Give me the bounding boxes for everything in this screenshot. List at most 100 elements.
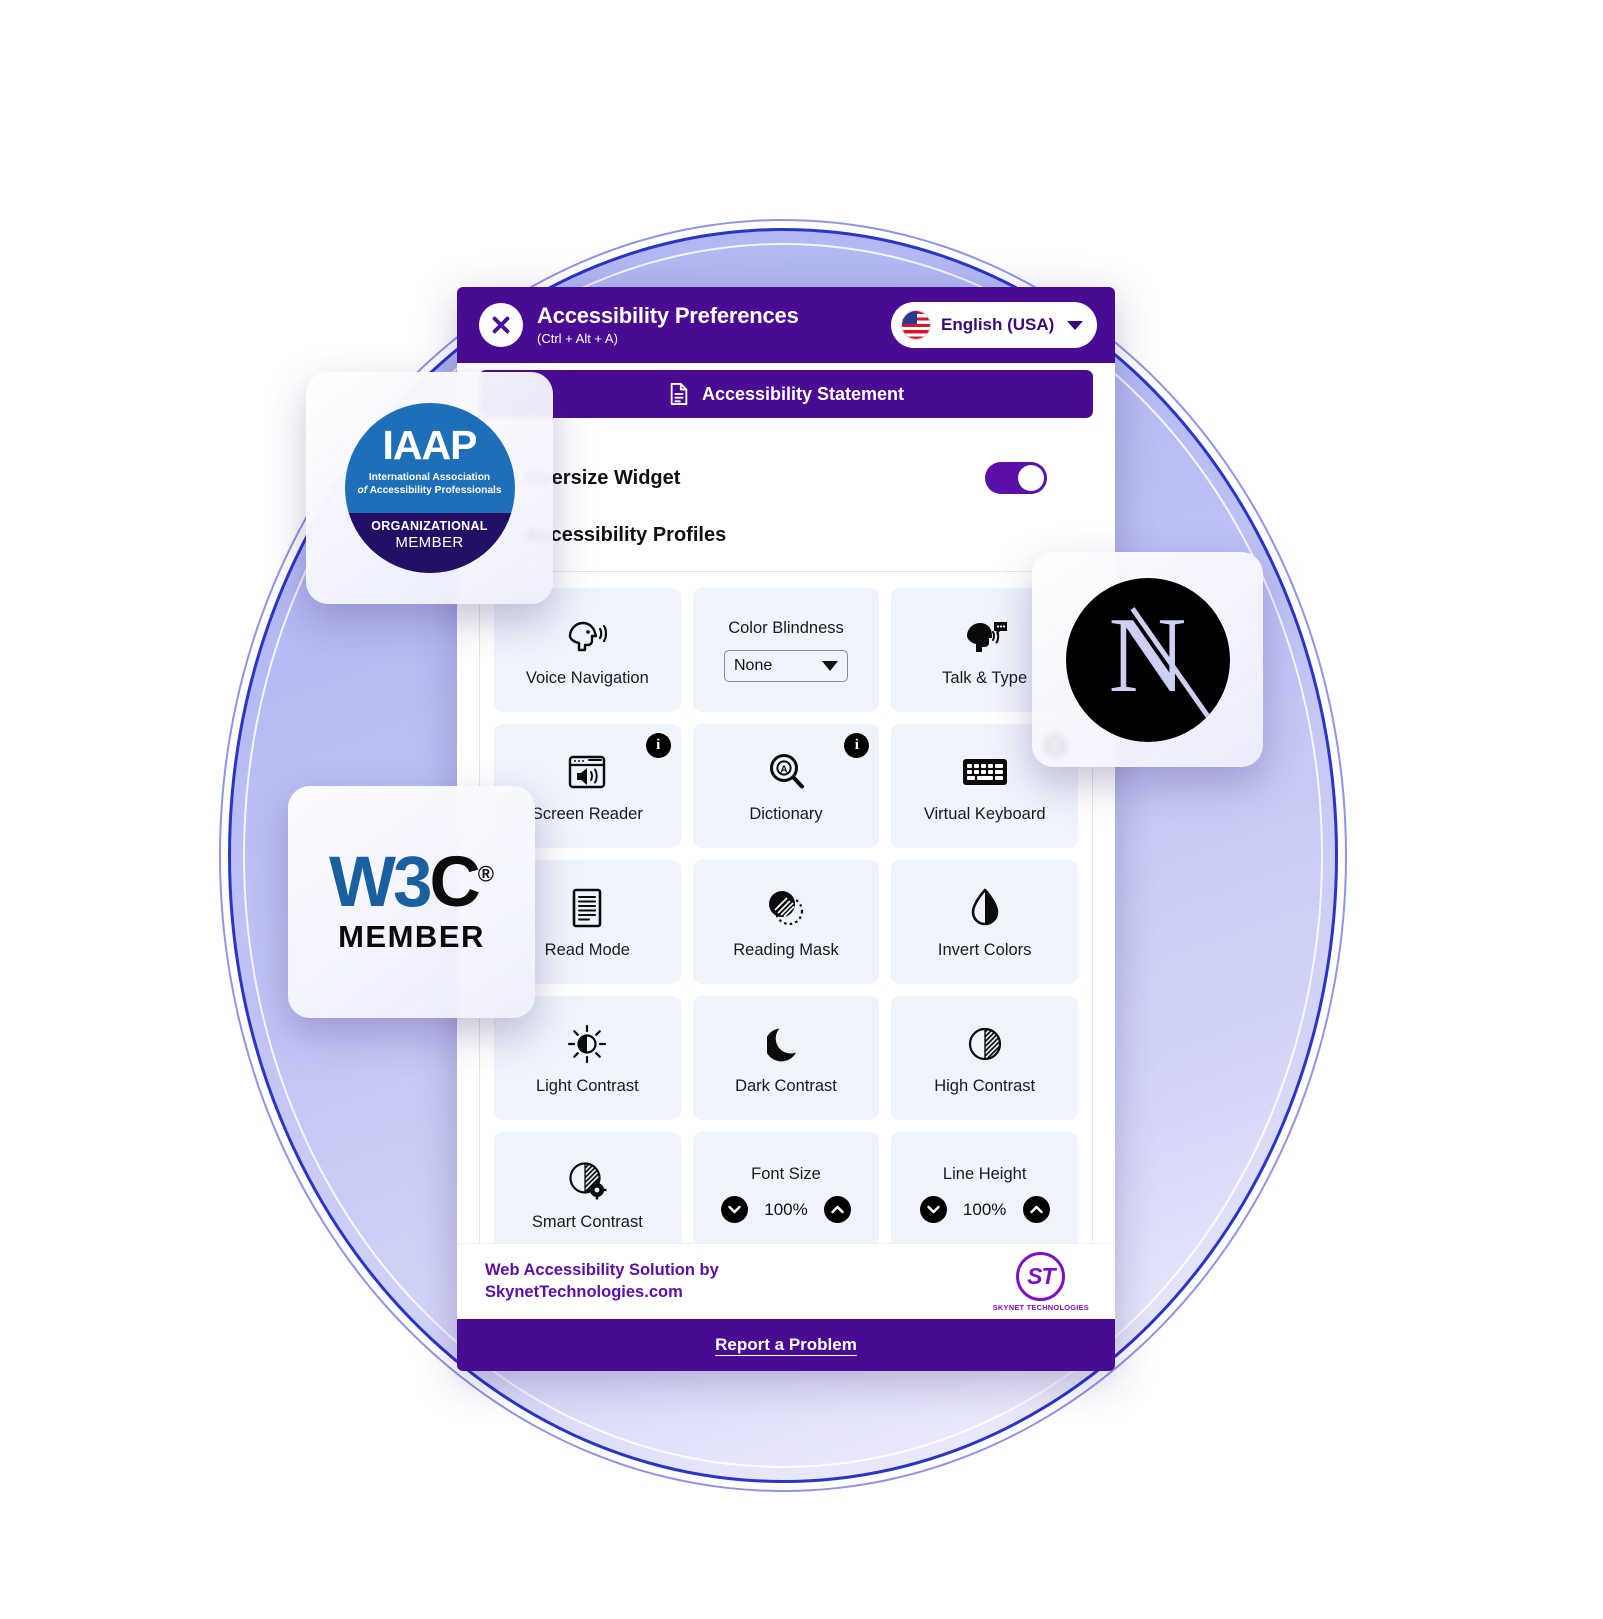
screenshot-canvas: Accessibility Preferences (Ctrl + Alt + … — [0, 0, 1603, 1619]
nextjs-logo-icon: N — [1065, 577, 1230, 742]
line-height-increase-button[interactable] — [1022, 1196, 1050, 1223]
tile-color-blindness[interactable]: Color Blindness None — [692, 588, 880, 712]
iaap-line-2: of Accessibility Professionals — [357, 485, 501, 498]
page-title: Accessibility Preferences — [537, 303, 799, 329]
statement-container: Accessibility Statement — [457, 363, 1115, 418]
iaap-top-section: IAAP International Association of Access… — [357, 403, 501, 497]
skynet-technologies-logo: ST SKYNET TECHNOLOGIES — [992, 1251, 1089, 1312]
iaap-member-badge: IAAP International Association of Access… — [306, 372, 553, 604]
features-grid: Voice Navigation Color Blindness None Ta… — [494, 588, 1078, 1256]
invert-colors-icon — [968, 885, 1002, 931]
tile-label: High Contrast — [934, 1076, 1036, 1095]
iaap-member: MEMBER — [395, 534, 464, 551]
tile-label: Light Contrast — [535, 1076, 639, 1095]
tile-label: Read Mode — [544, 940, 630, 959]
iaap-tier: ORGANIZATIONAL — [371, 519, 488, 533]
w3c-c: C — [429, 843, 481, 923]
font-size-value: 100% — [764, 1199, 808, 1219]
sponsor-text: Web Accessibility Solution by SkynetTech… — [485, 1260, 719, 1304]
line-height-decrease-button[interactable] — [919, 1196, 947, 1223]
talk-and-type-icon — [961, 613, 1009, 659]
report-a-problem-button[interactable]: Report a Problem — [457, 1319, 1115, 1371]
tile-reading-mask[interactable]: Reading Mask — [692, 860, 880, 984]
reading-mask-icon — [764, 885, 808, 931]
line-height-stepper: 100% — [919, 1196, 1050, 1223]
light-contrast-icon — [566, 1021, 608, 1067]
w3c-member-badge: W3C® MEMBER — [288, 786, 535, 1018]
tile-label: Virtual Keyboard — [923, 804, 1046, 823]
oversize-widget-row: Oversize Widget — [479, 448, 1093, 504]
smart-contrast-icon — [565, 1157, 609, 1203]
nextjs-badge: N — [1032, 552, 1263, 767]
keyboard-shortcut-hint: (Ctrl + Alt + A) — [537, 330, 618, 346]
close-x-icon — [492, 316, 510, 334]
info-icon[interactable]: i — [844, 733, 870, 758]
w3c-w3: W3 — [329, 843, 432, 923]
sponsor-line-2: SkynetTechnologies.com — [485, 1282, 683, 1301]
w3c-logo: W3C® MEMBER — [329, 847, 494, 954]
line-height-value: 100% — [962, 1199, 1007, 1219]
font-size-stepper: 100% — [720, 1196, 851, 1223]
iaap-circle: IAAP International Association of Access… — [344, 403, 515, 573]
widget-header: Accessibility Preferences (Ctrl + Alt + … — [457, 287, 1115, 363]
tile-label: Smart Contrast — [531, 1212, 643, 1231]
tile-label: Screen Reader — [531, 804, 643, 823]
registered-trademark-icon: ® — [477, 861, 494, 887]
tile-invert-colors[interactable]: Invert Colors — [891, 860, 1078, 984]
tile-label: Dictionary — [749, 804, 823, 823]
iaap-line-1: International Association — [368, 472, 491, 483]
font-size-decrease-button[interactable] — [720, 1196, 748, 1223]
nextjs-letter: N — [1108, 595, 1187, 715]
accessibility-statement-label: Accessibility Statement — [701, 383, 905, 404]
tile-label: Reading Mask — [733, 940, 839, 959]
tile-line-height[interactable]: Line Height 100% — [891, 1132, 1078, 1256]
iaap-line-2-italic: of — [357, 484, 368, 496]
color-blindness-select[interactable]: None — [723, 649, 848, 682]
sponsor-footer: Web Accessibility Solution by SkynetTech… — [457, 1243, 1115, 1319]
tile-label: Line Height — [942, 1165, 1027, 1183]
language-label: English (USA) — [941, 315, 1055, 334]
iaap-line-2-rest: Accessibility Professionals — [369, 484, 502, 496]
tile-label: Voice Navigation — [525, 668, 649, 687]
w3c-wordmark: W3C® — [329, 847, 494, 918]
tile-dictionary[interactable]: i A Dictionary — [692, 724, 880, 848]
widget-body: Oversize Widget Accessibility Profiles — [457, 418, 1115, 553]
screen-reader-icon — [565, 749, 609, 795]
dictionary-icon: A — [765, 749, 807, 795]
tile-label: Talk & Type — [942, 668, 1028, 687]
st-monogram-icon: ST — [1016, 1251, 1066, 1301]
voice-navigation-icon — [564, 613, 610, 659]
tile-font-size[interactable]: Font Size 100% — [692, 1132, 880, 1256]
tile-dark-contrast[interactable]: Dark Contrast — [692, 996, 880, 1120]
tile-label: Font Size — [751, 1165, 821, 1183]
close-button[interactable] — [479, 303, 523, 347]
language-selector[interactable]: English (USA) — [891, 302, 1097, 348]
iaap-bottom-band: ORGANIZATIONAL MEMBER — [344, 513, 515, 573]
tile-label: Invert Colors — [937, 940, 1032, 959]
font-size-increase-button[interactable] — [823, 1196, 851, 1223]
caret-down-icon — [821, 660, 838, 671]
tile-high-contrast[interactable]: High Contrast — [891, 996, 1078, 1120]
color-blindness-value: None — [733, 656, 773, 674]
oversize-widget-toggle[interactable] — [985, 462, 1047, 494]
chevron-down-icon — [1067, 320, 1083, 330]
accessibility-profiles-heading: Accessibility Profiles — [525, 524, 727, 546]
tile-voice-navigation[interactable]: Voice Navigation — [494, 588, 681, 712]
virtual-keyboard-icon — [961, 749, 1009, 795]
w3c-member-text: MEMBER — [338, 918, 485, 954]
tile-smart-contrast[interactable]: Smart Contrast — [494, 1132, 681, 1256]
document-icon — [670, 382, 688, 405]
profiles-card: Voice Navigation Color Blindness None Ta… — [479, 571, 1093, 1257]
st-logo-caption: SKYNET TECHNOLOGIES — [992, 1302, 1089, 1312]
header-title-group: Accessibility Preferences (Ctrl + Alt + … — [537, 304, 877, 346]
tile-label: Dark Contrast — [735, 1076, 837, 1095]
info-icon[interactable]: i — [645, 733, 671, 758]
sponsor-line-1: Web Accessibility Solution by — [485, 1260, 719, 1279]
tile-label: Color Blindness — [728, 618, 844, 637]
read-mode-icon — [570, 885, 604, 931]
usa-flag-icon — [901, 310, 931, 340]
report-a-problem-label: Report a Problem — [715, 1335, 857, 1354]
iaap-logo-text: IAAP — [382, 422, 478, 468]
accessibility-statement-button[interactable]: Accessibility Statement — [479, 370, 1093, 418]
dark-contrast-moon-icon — [766, 1021, 805, 1067]
